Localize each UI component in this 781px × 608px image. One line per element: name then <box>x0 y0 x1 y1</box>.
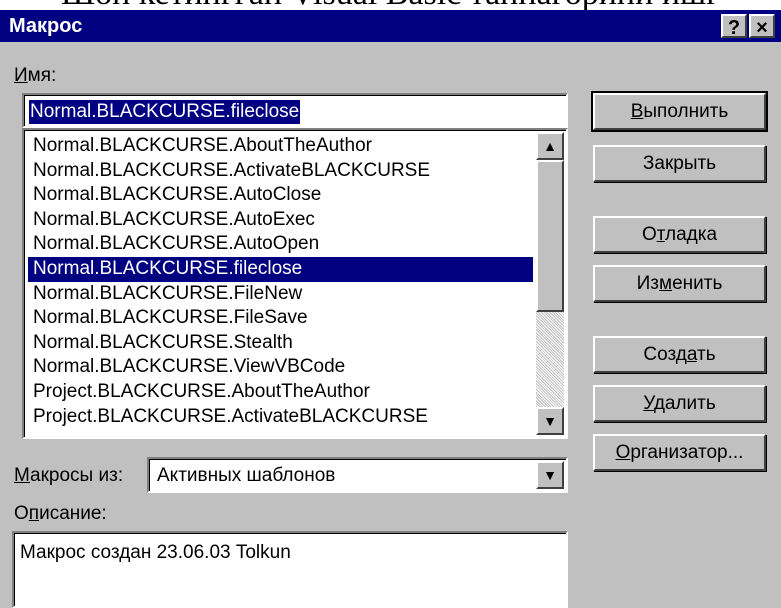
macro-listbox[interactable]: Normal.BLACKCURSE.AboutTheAuthor Normal.B… <box>22 128 568 439</box>
scroll-thumb[interactable] <box>536 160 564 312</box>
name-label: Имя: <box>14 65 56 87</box>
delete-rest: далить <box>653 393 716 414</box>
title-bar: Макрос ? × <box>0 10 781 42</box>
macro-list-item[interactable]: Normal.BLACKCURSE.AutoClose <box>28 183 533 208</box>
macros-from-value: Активных шаблонов <box>157 465 336 486</box>
macro-list-item[interactable]: Normal.BLACKCURSE.ActivateBLACKCURSE <box>28 159 533 184</box>
macro-list-item[interactable]: Project.BLACKCURSE.AboutTheAuthor <box>28 380 533 405</box>
name-label-mnemonic: И <box>14 65 28 86</box>
create-mnemonic: а <box>686 344 697 365</box>
scroll-down-icon[interactable]: ▼ <box>536 407 564 435</box>
description-label-rest: исание: <box>39 503 107 524</box>
chevron-down-icon[interactable]: ▼ <box>536 461 564 489</box>
organizer-rest: рганизатор... <box>630 442 744 463</box>
macro-list-item[interactable]: Normal.BLACKCURSE.AutoExec <box>28 208 533 233</box>
debug-button[interactable]: Отладка <box>593 216 766 253</box>
run-mnemonic: В <box>630 101 644 122</box>
create-rest: ть <box>697 344 716 365</box>
scroll-up-icon[interactable]: ▲ <box>536 132 564 160</box>
macros-from-mnemonic: М <box>14 465 31 486</box>
macro-list-item[interactable]: Normal.BLACKCURSE.AboutTheAuthor <box>28 134 533 159</box>
description-text: Макрос создан 23.06.03 Tolkun <box>20 542 291 563</box>
macro-list-items: Normal.BLACKCURSE.AboutTheAuthor Normal.B… <box>28 134 533 429</box>
edit-mnemonic: м <box>659 273 673 294</box>
edit-a: Из <box>636 273 660 294</box>
delete-mnemonic: У <box>643 393 654 414</box>
macro-name-value: Normal.BLACKCURSE.fileclose <box>29 100 301 124</box>
close-window-button[interactable]: × <box>749 14 775 39</box>
macro-list-item[interactable]: Normal.BLACKCURSE.FileSave <box>28 306 533 331</box>
dialog-title: Макрос <box>9 15 83 37</box>
macro-list-item[interactable]: Normal.BLACKCURSE.Stealth <box>28 331 533 356</box>
help-button[interactable]: ? <box>721 14 747 39</box>
macros-from-rest: акросы из: <box>30 465 124 486</box>
create-a: Созд <box>643 344 687 365</box>
close-label: Закрыть <box>642 153 717 174</box>
run-button[interactable]: Выполнить <box>591 91 768 132</box>
macro-list-item[interactable]: Normal.BLACKCURSE.AutoOpen <box>28 232 533 257</box>
debug-mnemonic: т <box>656 224 666 245</box>
macro-list-item[interactable]: Project.BLACKCURSE.ActivateBLACKCURSE <box>28 405 533 430</box>
edit-button[interactable]: Изменить <box>593 265 766 302</box>
description-label-a: О <box>14 503 29 524</box>
description-label-mnemonic: п <box>28 503 40 524</box>
edit-rest: енить <box>672 273 723 294</box>
create-button[interactable]: Создать <box>593 336 766 373</box>
macros-from-label: Макросы из: <box>14 465 123 487</box>
debug-a: О <box>641 224 657 245</box>
macros-from-select[interactable]: Активных шаблонов ▼ <box>147 457 568 493</box>
list-scrollbar[interactable]: ▲ ▼ <box>536 132 564 435</box>
run-rest: ыполнить <box>643 101 729 122</box>
macro-dialog: Макрос ? × Имя: Normal.BLACKCURSE.filecl… <box>0 10 781 608</box>
macro-name-input[interactable]: Normal.BLACKCURSE.fileclose <box>22 93 568 128</box>
debug-rest: ладка <box>665 224 718 245</box>
description-field[interactable]: Макрос создан 23.06.03 Tolkun <box>12 531 568 608</box>
organizer-button[interactable]: Организатор... <box>593 434 766 471</box>
close-button[interactable]: Закрыть <box>593 145 766 182</box>
macro-list-item[interactable]: Normal.BLACKCURSE.fileclose <box>28 256 533 282</box>
name-label-rest: мя: <box>27 65 57 86</box>
delete-button[interactable]: Удалить <box>593 385 766 422</box>
description-label: Описание: <box>14 503 107 525</box>
organizer-mnemonic: О <box>615 442 631 463</box>
macro-list-item[interactable]: Normal.BLACKCURSE.FileNew <box>28 282 533 307</box>
macro-list-item[interactable]: Normal.BLACKCURSE.ViewVBCode <box>28 355 533 380</box>
